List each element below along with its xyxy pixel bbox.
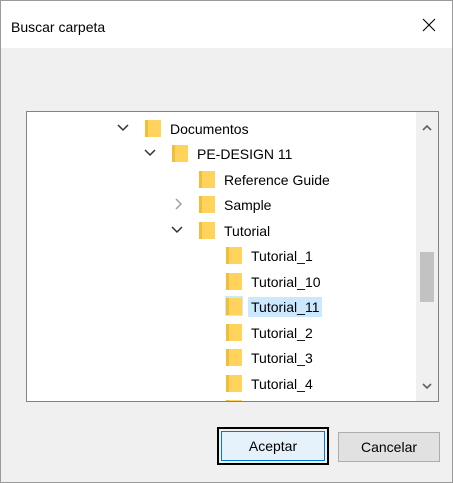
scroll-down-button[interactable] [416,375,438,397]
scroll-thumb[interactable] [420,252,434,302]
folder-icon [225,347,243,367]
folder-icon [171,143,189,163]
tree-item-label: Documentos [170,121,249,137]
chevron-up-icon [422,124,432,131]
tree-item-partial[interactable] [27,396,415,401]
tree-item-documentos[interactable]: Documentos [27,116,415,140]
scroll-up-button[interactable] [416,116,438,138]
tree-item-tutorial-10[interactable]: Tutorial_10 [27,269,415,293]
folder-icon [198,194,216,214]
browse-folder-dialog: Buscar carpeta Documentos PE-DESIGN 11 R… [0,0,453,483]
folder-icon [198,169,216,189]
tree-item-tutorial-1[interactable]: Tutorial_1 [27,243,415,267]
tree-item-label: Tutorial_4 [251,376,313,392]
tree-item-tutorial[interactable]: Tutorial [27,218,415,242]
folder-icon [225,322,243,342]
tree-item-sample[interactable]: Sample [27,192,415,216]
tree-item-label: Tutorial [224,223,271,239]
folder-icon [144,118,162,138]
folder-icon [225,373,243,393]
folder-icon [225,245,243,265]
ok-button-face: Aceptar [221,431,325,461]
close-button[interactable] [406,1,452,48]
tree-item-tutorial-3[interactable]: Tutorial_3 [27,345,415,369]
tree-item-tutorial-11[interactable]: Tutorial_11 [27,294,415,318]
tree-item-label: Sample [224,197,272,213]
tree-item-tutorial-2[interactable]: Tutorial_2 [27,320,415,344]
tree-item-pe-design[interactable]: PE-DESIGN 11 [27,141,415,165]
tree-item-label: Tutorial_11 [248,297,323,317]
folder-icon [198,220,216,240]
folder-icon [225,271,243,291]
tree-item-tutorial-4[interactable]: Tutorial_4 [27,371,415,395]
title-bar: Buscar carpeta [1,1,452,48]
cancel-button[interactable]: Cancelar [338,432,440,462]
tree-item-label: Tutorial_3 [251,350,313,366]
dialog-title: Buscar carpeta [11,19,106,35]
chevron-right-icon[interactable] [171,196,187,212]
folder-icon [225,398,243,401]
vertical-scrollbar[interactable] [416,112,438,401]
ok-button[interactable]: Aceptar [217,427,329,465]
chevron-down-icon[interactable] [115,120,131,136]
folder-icon [225,296,243,316]
chevron-down-icon[interactable] [169,222,185,238]
tree-item-label: Tutorial_1 [251,248,313,264]
chevron-down-icon[interactable] [142,145,158,161]
tree-item-label: Reference Guide [224,172,330,188]
ok-button-label: Aceptar [248,438,298,454]
close-icon [422,18,436,31]
cancel-button-label: Cancelar [360,439,418,455]
tree-item-label: Tutorial_2 [251,325,313,341]
tree-item-reference-guide[interactable]: Reference Guide [27,167,415,191]
tree-item-label: PE-DESIGN 11 [197,146,293,162]
tree-item-label: Tutorial_10 [251,274,321,290]
chevron-down-icon [422,382,432,389]
folder-tree-list: Documentos PE-DESIGN 11 Reference Guide [27,112,415,401]
folder-tree[interactable]: Documentos PE-DESIGN 11 Reference Guide [26,111,439,402]
